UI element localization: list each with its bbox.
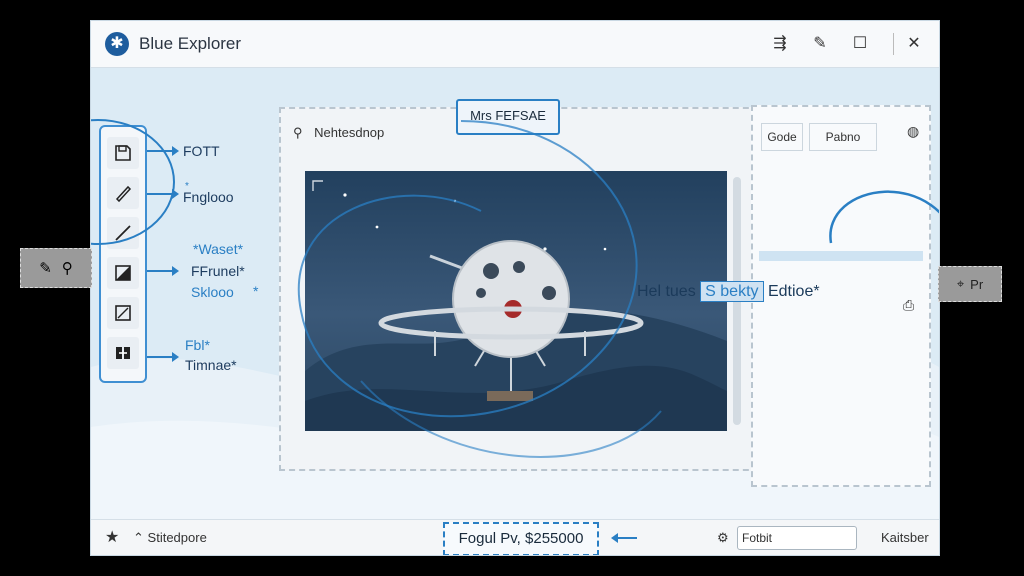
tool-label: *Waset* (193, 241, 244, 257)
annotation-text: Hel tues S bekty Edtioe* (637, 281, 820, 302)
app-title: Blue Explorer (139, 34, 242, 53)
annotation-highlight: S bekty (700, 281, 764, 302)
transform-icon (115, 265, 131, 281)
status-text: ⌃ Stitedpore (133, 530, 207, 545)
status-right-text: Kaitsber (881, 530, 929, 545)
annotation-swirl (297, 120, 662, 458)
tool-label-mark: * (253, 283, 259, 299)
rectangle-tool[interactable] (107, 297, 139, 329)
app-logo-icon: ✱ (105, 32, 129, 56)
arrow-icon (147, 189, 179, 199)
arrow-icon (613, 537, 637, 539)
status-input[interactable]: Fotbit (737, 526, 857, 550)
align-icon[interactable]: ⇶ (769, 33, 791, 55)
arrow-icon (147, 266, 179, 276)
annotation-prefix: Hel tues (637, 283, 696, 300)
price-box[interactable]: Fogul Pv, $255000 (443, 522, 599, 555)
tool-label: Fbl* (185, 337, 210, 353)
tab-gode[interactable]: Gode (761, 123, 803, 151)
maximize-icon[interactable]: ☐ (849, 33, 871, 55)
globe-icon[interactable]: ◍ (907, 123, 919, 140)
tool-label: FFrunel* (191, 263, 245, 279)
location-icon: ⌖ (956, 276, 965, 291)
settings-icon[interactable]: ⚙ (717, 530, 729, 546)
split-icon (116, 347, 130, 359)
app-window: ✱ Blue Explorer ⇶ ✎ ☐ ✕ FOTT * Fnglooo *… (90, 20, 940, 556)
caret-up-icon: ⌃ (133, 530, 144, 545)
tool-label: Timnae* (185, 357, 237, 373)
title-bar: ✱ Blue Explorer ⇶ ✎ ☐ ✕ (91, 21, 939, 68)
tool-label: FOTT (183, 143, 220, 159)
split-tool[interactable] (107, 337, 139, 369)
transform-tool[interactable] (107, 257, 139, 289)
star-icon[interactable]: ★ (105, 527, 119, 547)
left-tool-chip[interactable]: ✎ ⚲ (20, 248, 92, 288)
rectangle-icon (115, 305, 131, 321)
right-chip-text: Pr (970, 276, 984, 292)
arrow-icon (147, 146, 179, 156)
pencil-icon[interactable]: ✎ (809, 33, 831, 55)
eyedropper-icon: ✎ (39, 260, 52, 277)
close-icon[interactable]: ✕ (903, 33, 925, 55)
camera-icon[interactable]: ⎙ (903, 297, 914, 314)
tool-label: Fnglooo (183, 189, 234, 205)
tool-label: Sklooo (191, 284, 234, 300)
titlebar-divider (893, 33, 894, 55)
annotation-suffix: Edtioe* (767, 283, 820, 300)
tab-pabno[interactable]: Pabno (809, 123, 877, 151)
pin-icon: ⚲ (61, 260, 73, 277)
status-bar: ★ ⌃ Stitedpore Fogul Pv, $255000 ⚙ Fotbi… (91, 519, 939, 555)
annotation-loop (829, 190, 939, 244)
arrow-icon (147, 352, 179, 362)
right-tool-chip[interactable]: ⌖ Pr (938, 266, 1002, 302)
